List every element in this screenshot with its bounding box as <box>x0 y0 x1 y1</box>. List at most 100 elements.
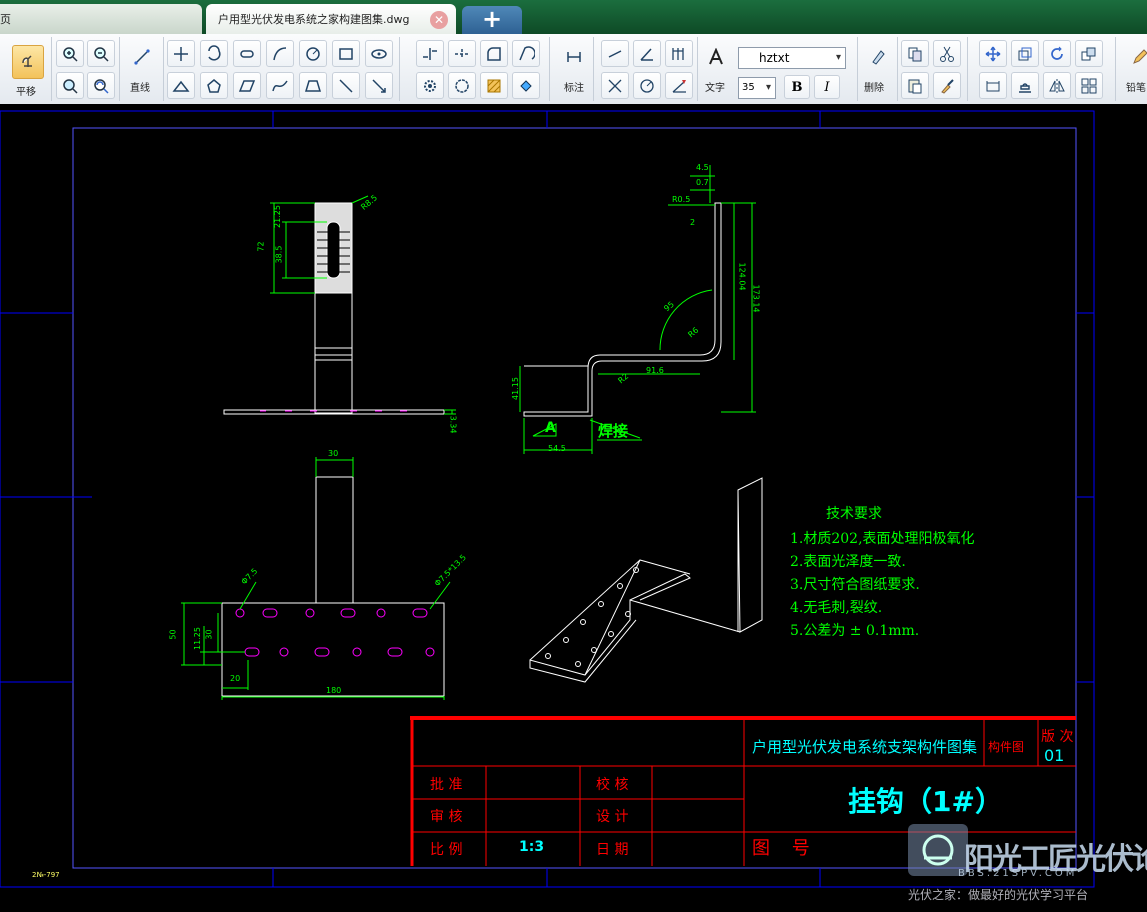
new-tab-button[interactable]: + <box>462 6 522 34</box>
grid-button[interactable] <box>1075 72 1103 99</box>
fill-button[interactable] <box>512 72 540 99</box>
zoom-in-button[interactable] <box>56 40 84 67</box>
font-select[interactable]: hztxt ▾ <box>738 47 846 69</box>
polygon-button[interactable] <box>200 72 228 99</box>
dim-text: 173.14 <box>751 284 761 313</box>
xline-button[interactable] <box>365 72 393 99</box>
paste-button[interactable] <box>901 72 929 99</box>
line-button[interactable] <box>128 43 156 70</box>
chamfer-button[interactable] <box>512 40 540 67</box>
dim-text: 124.04 <box>737 262 747 291</box>
pencil-button[interactable] <box>1126 43 1147 70</box>
tech-item: 2.表面光泽度一致. <box>790 554 906 570</box>
delete-button[interactable] <box>864 43 892 70</box>
version-value: 01 <box>1044 746 1065 765</box>
copy-button[interactable] <box>901 40 929 67</box>
spline-button[interactable] <box>266 72 294 99</box>
triangle-button[interactable] <box>167 72 195 99</box>
leader-button[interactable] <box>665 72 693 99</box>
box-button[interactable] <box>332 40 360 67</box>
italic-button[interactable]: I <box>814 75 840 99</box>
baseline-dim-icon <box>672 47 684 60</box>
extend-icon <box>455 48 469 59</box>
rotate-icon <box>1051 46 1063 60</box>
dimension-label: 标注 <box>564 83 584 94</box>
zoom-out-button[interactable] <box>87 40 115 67</box>
hatch-button[interactable] <box>480 72 508 99</box>
circle-icon <box>306 46 320 61</box>
stretch-icon <box>986 80 1000 91</box>
design-label: 设 计 <box>596 809 629 825</box>
pan-button[interactable] <box>12 45 44 79</box>
rotate-button[interactable] <box>1043 40 1071 67</box>
font-size-select[interactable]: 35 ▾ <box>738 77 776 99</box>
version-label: 版 次 <box>1041 729 1074 745</box>
parallelogram-icon <box>238 79 256 92</box>
close-tab-icon[interactable]: ✕ <box>430 11 448 29</box>
side-view <box>519 165 756 454</box>
trim-icon <box>423 47 437 60</box>
fillet-icon <box>487 46 501 61</box>
stretch-button[interactable] <box>979 72 1007 99</box>
radius-dim-button[interactable] <box>633 72 661 99</box>
date-label: 日 期 <box>596 842 629 858</box>
review-label: 审 核 <box>430 809 463 825</box>
bold-button[interactable]: B <box>784 75 810 99</box>
parallelogram-button[interactable] <box>233 72 261 99</box>
aligned-dim-button[interactable] <box>601 40 629 67</box>
polyline-button[interactable] <box>167 40 195 67</box>
tab-bar: 页 户用型光伏发电系统之家构建图集.dwg ✕ + <box>0 0 1147 34</box>
rectangle-button[interactable] <box>233 40 261 67</box>
dim-text: 30 <box>204 629 214 640</box>
leader-icon <box>672 79 686 93</box>
dim-text: 72 <box>256 241 266 252</box>
curve-button[interactable] <box>266 40 294 67</box>
tab-home[interactable]: 页 <box>0 4 202 34</box>
mirror-button[interactable] <box>1043 72 1071 99</box>
tech-item: 1.材质202,表面处理阳极氧化 <box>790 531 975 547</box>
ellipse-button[interactable] <box>365 40 393 67</box>
text-button[interactable] <box>702 43 730 70</box>
dimension-button[interactable] <box>560 43 588 70</box>
ray-button[interactable] <box>332 72 360 99</box>
delete-group: 删除 <box>858 37 898 101</box>
scale-button[interactable] <box>1011 40 1039 67</box>
baseline-dim-button[interactable] <box>665 40 693 67</box>
drawing-canvas[interactable]: 4.5 0.7 R0.5 2 124.04 173.14 95 R6 91.6 … <box>0 104 1147 912</box>
extend-button[interactable] <box>448 40 476 67</box>
part-name: 挂钩（1#） <box>848 785 1003 818</box>
pencil-label: 铅笔 <box>1126 83 1146 94</box>
explode-button[interactable] <box>448 72 476 99</box>
font-icon <box>709 47 723 64</box>
array-button[interactable] <box>1075 40 1103 67</box>
move-button[interactable] <box>979 40 1007 67</box>
ray-icon <box>339 78 353 93</box>
dim-text: 54.5 <box>548 444 566 453</box>
scale-icon <box>1018 47 1032 60</box>
match-props-button[interactable] <box>933 72 961 99</box>
pencil-icon <box>1133 48 1147 64</box>
angular-dim-button[interactable] <box>633 40 661 67</box>
trim-button[interactable] <box>416 40 444 67</box>
zoom-window-button[interactable] <box>56 72 84 99</box>
zoom-realtime-button[interactable] <box>87 72 115 99</box>
cut-button[interactable] <box>933 40 961 67</box>
offset-button[interactable] <box>416 72 444 99</box>
array-icon <box>1081 47 1096 60</box>
ordinate-dim-button[interactable] <box>601 72 629 99</box>
check-label: 校 核 <box>596 777 629 793</box>
paint-bucket-icon <box>520 79 532 92</box>
chevron-down-icon: ▾ <box>835 52 841 63</box>
dim-text: 0.7 <box>696 178 709 187</box>
pan-group: 平移 <box>0 37 52 101</box>
block-button[interactable] <box>1011 72 1039 99</box>
arc-button[interactable] <box>200 40 228 67</box>
aligned-dim-icon <box>608 49 622 58</box>
circle-button[interactable] <box>299 40 327 67</box>
scissors-icon <box>940 46 954 62</box>
trapezoid-button[interactable] <box>299 72 327 99</box>
hatch-icon <box>487 79 501 92</box>
tab-drawing[interactable]: 户用型光伏发电系统之家构建图集.dwg ✕ <box>206 4 456 34</box>
ribbon-toolbar: 平移 直线 标注 文字 hztxt ▾ 35 ▾ B I 删除 铅笔 <box>0 34 1147 105</box>
fillet-button[interactable] <box>480 40 508 67</box>
